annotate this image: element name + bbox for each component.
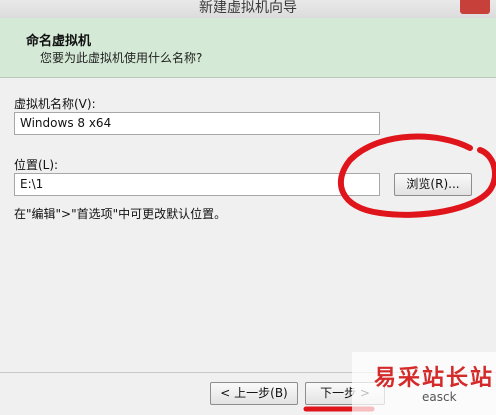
browse-button[interactable]: 浏览(R)... bbox=[394, 173, 472, 196]
watermark-brand: 易采站长站 bbox=[374, 365, 495, 391]
location-label: 位置(L): bbox=[14, 158, 59, 172]
location-input[interactable]: E:\1 bbox=[14, 173, 380, 196]
window-title: 新建虚拟机向导 bbox=[199, 0, 297, 16]
watermark: 易采站长站 easck bbox=[352, 352, 496, 415]
back-button[interactable]: < 上一步(B) bbox=[210, 382, 298, 405]
header-title: 命名虚拟机 bbox=[26, 34, 92, 49]
vm-name-label: 虚拟机名称(V): bbox=[14, 97, 96, 111]
wizard-header: 命名虚拟机 您要为此虚拟机使用什么名称? bbox=[0, 18, 496, 78]
window-titlebar: 新建虚拟机向导 bbox=[0, 0, 496, 18]
watermark-domain: easck bbox=[422, 390, 457, 404]
vm-name-input[interactable]: Windows 8 x64 bbox=[14, 112, 380, 135]
header-subtitle: 您要为此虚拟机使用什么名称? bbox=[40, 51, 203, 65]
default-location-hint: 在"编辑">"首选项"中可更改默认位置。 bbox=[14, 207, 227, 221]
close-button[interactable] bbox=[460, 0, 490, 14]
